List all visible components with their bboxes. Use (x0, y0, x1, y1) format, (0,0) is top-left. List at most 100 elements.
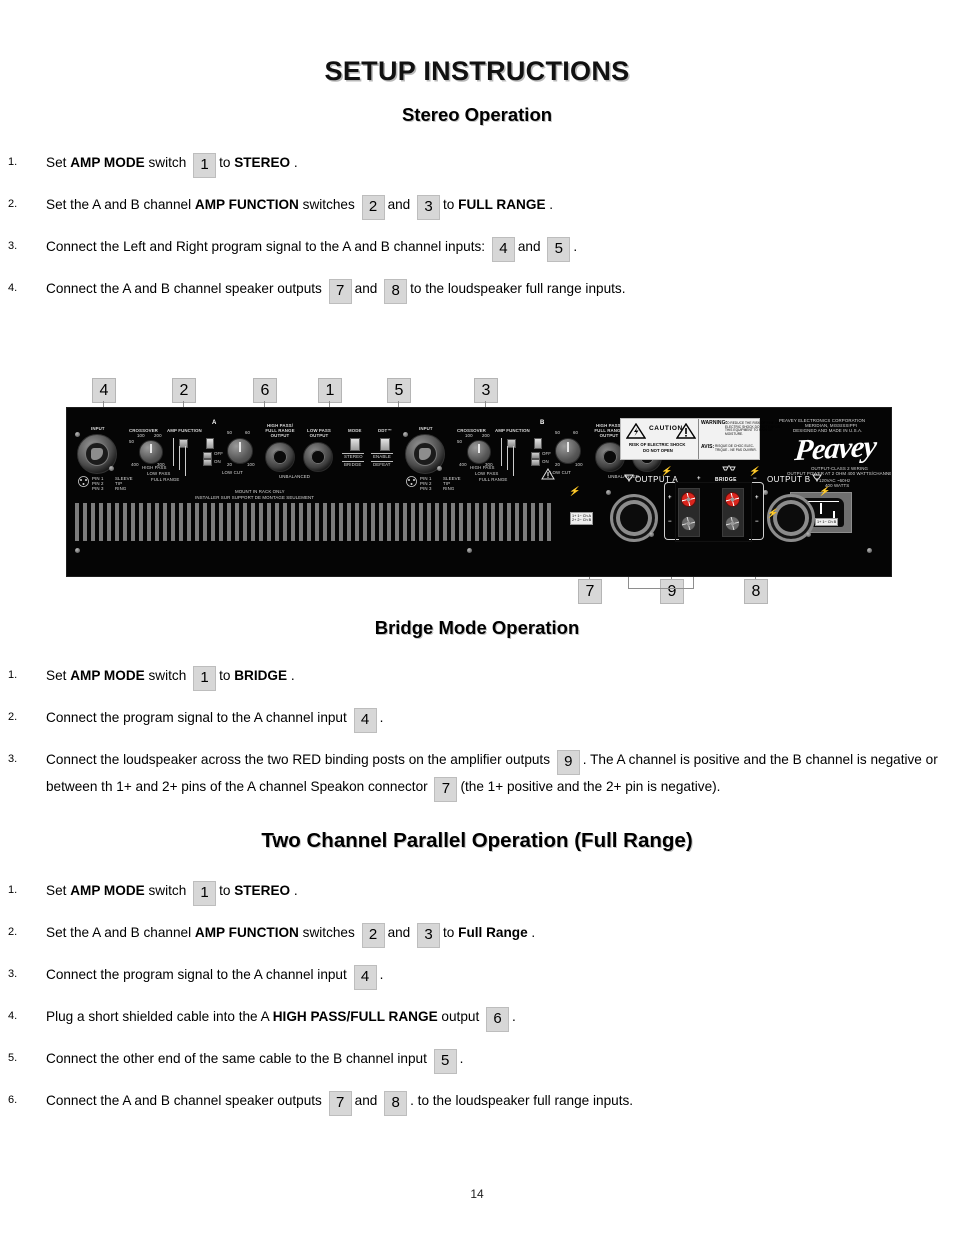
step-item: 6. Connect the A and B channel speaker ou… (0, 1089, 954, 1116)
callout-chip-1[interactable]: 1 (193, 666, 216, 691)
step-item: 1.Set AMP MODE switch 1to STEREO . (0, 151, 954, 178)
step-number: 1. (8, 153, 17, 172)
warning-triangle-output (541, 468, 551, 477)
callout-chip-9[interactable]: 9 (557, 750, 580, 775)
low-cut-switch-b[interactable] (534, 438, 542, 449)
tick-b-400: 400 (459, 462, 467, 467)
emphasis-text: AMP MODE (70, 155, 145, 170)
callout-chip-6[interactable]: 6 (486, 1007, 509, 1032)
callout-1[interactable]: 1 (318, 378, 342, 403)
step-text: switch (149, 883, 187, 898)
step-text: to (219, 155, 234, 170)
callout-4[interactable]: 4 (92, 378, 116, 403)
label-low-cut-a: LOW CUT (222, 470, 243, 475)
emphasis-text: HIGH PASS/FULL RANGE (273, 1009, 438, 1024)
emphasis-text: AMP FUNCTION (195, 925, 299, 940)
callout-8[interactable]: 8 (744, 579, 768, 604)
section-stereo: Stereo Operation 1.Set AMP MODE switch 1… (0, 104, 954, 319)
callout-chip-4[interactable]: 4 (354, 708, 377, 733)
step-number: 2. (8, 195, 17, 214)
step-text: Set (46, 668, 70, 683)
callout-chip-4[interactable]: 4 (354, 965, 377, 990)
section-heading-parallel: Two Channel Parallel Operation (Full Ran… (0, 829, 954, 853)
step-text: Connect the A and B channel speaker outp… (46, 1093, 322, 1108)
callout-7[interactable]: 7 (578, 579, 602, 604)
low-cut-slide-a2[interactable] (203, 459, 212, 466)
steps-parallel: 1.Set AMP MODE switch 1to STEREO . 2.Set… (0, 879, 954, 1116)
peavey-logo: Peavey (793, 430, 877, 468)
low-cut-switch-a[interactable] (206, 438, 214, 449)
label-full-range-a: FULL RANGE (151, 477, 179, 482)
step-number: 3. (8, 750, 17, 769)
label-ring-a: RING (115, 486, 126, 491)
callout-chip-3[interactable]: 3 (417, 195, 440, 220)
label-off-a: OFF (214, 451, 223, 456)
step-item: 3. Connect the loudspeaker across the two… (0, 748, 954, 802)
step-text: Connect the loudspeaker across the two R… (46, 752, 550, 767)
callout-5[interactable]: 5 (387, 378, 411, 403)
lp-output-jack-a[interactable] (303, 442, 333, 472)
step-text: Set the A and B channel (46, 197, 195, 212)
low-cut-knob-b[interactable] (555, 438, 581, 464)
speaker-icon-output-b (812, 473, 822, 482)
callout-chip-2[interactable]: 2 (362, 923, 385, 948)
label-channel-b: B (540, 420, 544, 426)
plate-ch-b-line1: 1+ 1− Ch B (817, 520, 836, 524)
crossover-knob-a[interactable] (139, 440, 163, 464)
callout-chip-1[interactable]: 1 (193, 881, 216, 906)
amp-function-switch-a[interactable] (179, 439, 188, 448)
plate-ch-a-pinout: 1+ 1− Ch A 2+ 2− Ch B (570, 512, 593, 525)
screw-b2 (437, 466, 442, 471)
step-item: 2.Set the A and B channel AMP FUNCTION s… (0, 921, 954, 948)
screw-b1 (403, 432, 408, 437)
section-heading-bridge: Bridge Mode Operation (0, 617, 954, 639)
callout-chip-7[interactable]: 7 (329, 279, 352, 304)
low-cut-knob-a[interactable] (227, 438, 253, 464)
callout-2[interactable]: 2 (172, 378, 196, 403)
crossover-knob-b[interactable] (467, 440, 491, 464)
callout-chip-5[interactable]: 5 (547, 237, 570, 262)
screw-a2 (109, 466, 114, 471)
low-cut-slide-b2[interactable] (531, 459, 540, 466)
label-stereo-pos: STEREO (344, 454, 363, 459)
step-text: to the loudspeaker full range inputs. (410, 281, 625, 296)
callout-chip-1[interactable]: 1 (193, 153, 216, 178)
low-cut-slide-a1[interactable] (203, 452, 212, 459)
callout-chip-3[interactable]: 3 (417, 923, 440, 948)
callout-6[interactable]: 6 (253, 378, 277, 403)
mode-switch[interactable] (350, 438, 360, 451)
step-text: Set (46, 883, 70, 898)
emphasis-text: FULL RANGE (458, 197, 545, 212)
lowcut-tick-a-50: 50 (227, 430, 232, 435)
label-full-range-b: FULL RANGE (479, 477, 507, 482)
callout-chip-7[interactable]: 7 (329, 1091, 352, 1116)
callout-chip-4[interactable]: 4 (492, 237, 515, 262)
callout-chip-7[interactable]: 7 (434, 777, 457, 802)
callout-chip-8[interactable]: 8 (384, 1091, 407, 1116)
hp-fr-output-jack-a[interactable] (265, 442, 295, 472)
ddt-switch[interactable] (380, 438, 390, 451)
plate-ch-a-line2: 2+ 2− Ch B (572, 518, 591, 522)
callout-3[interactable]: 3 (474, 378, 498, 403)
callout-chip-2[interactable]: 2 (362, 195, 385, 220)
lightning-bolt-3: ⚡ (748, 466, 762, 477)
tick-b-100: 100 (465, 433, 473, 438)
screw-outa1 (606, 490, 611, 495)
step-text: . (549, 197, 553, 212)
label-high-pass-a: HIGH PASS (142, 465, 166, 470)
label-lp-output-a: LOW PASS OUTPUT (304, 429, 334, 439)
avis-title: AVIS: (701, 445, 714, 450)
label-hp-fr-output-a: HIGH PASS/FULL RANGE OUTPUT (262, 424, 298, 438)
amp-function-switch-b[interactable] (507, 439, 516, 448)
low-cut-slide-b1[interactable] (531, 452, 540, 459)
callout-chip-8[interactable]: 8 (384, 279, 407, 304)
step-number: 4. (8, 279, 17, 298)
steps-bridge: 1.Set AMP MODE switch 1to BRIDGE . 2.Con… (0, 664, 954, 802)
warning-text: TO REDUCE THE RISK OF FIRE OR ELECTRIC S… (701, 422, 782, 436)
fn-leader-b2 (507, 446, 508, 470)
caution-warning-plate: CAUTION RISK OF ELECTRIC SHOCK DO NOT OP… (620, 418, 760, 460)
step-number: 6. (8, 1091, 17, 1110)
lightning-bolt-2: ⚡ (660, 466, 674, 477)
step-text: . (380, 710, 384, 725)
callout-chip-5[interactable]: 5 (434, 1049, 457, 1074)
